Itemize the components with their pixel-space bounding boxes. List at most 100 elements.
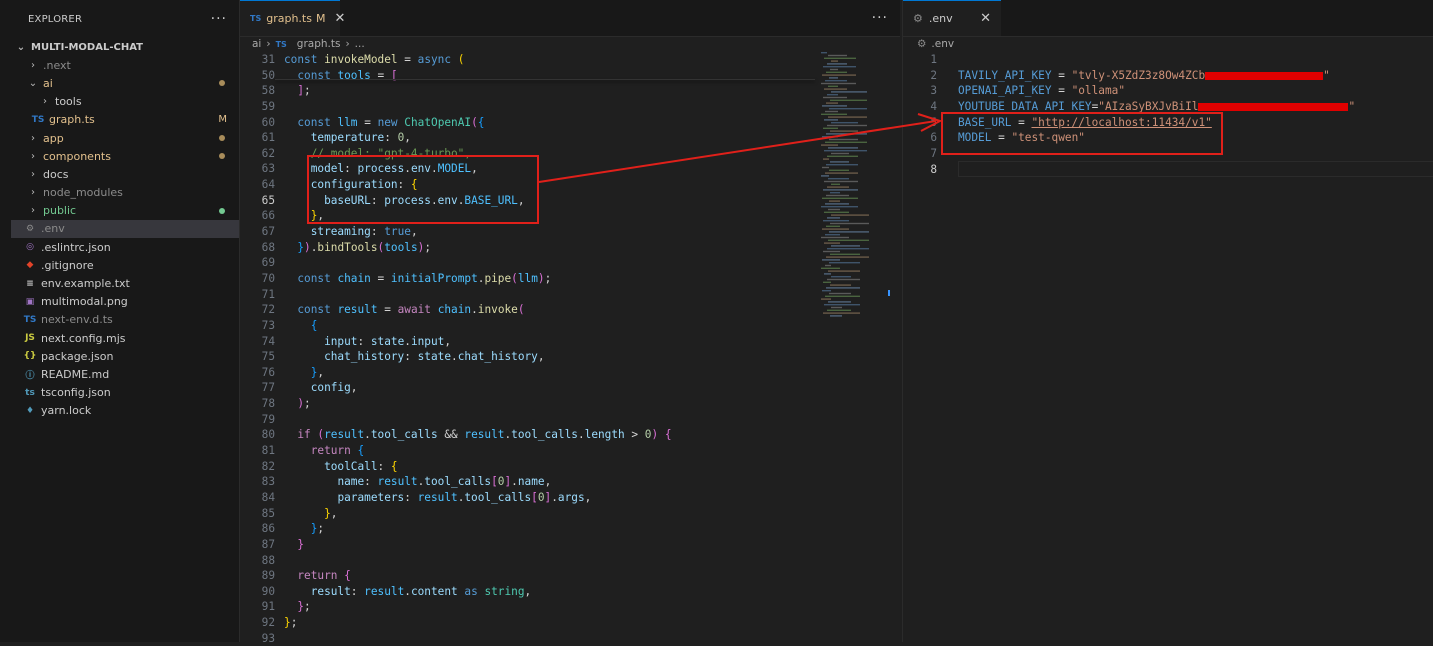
file-tree-item[interactable]: › docs <box>11 165 239 183</box>
file-tree-label: app <box>43 131 64 145</box>
line-number: 74 <box>261 334 275 348</box>
file-tree-item[interactable]: ⓘ README.md <box>11 365 239 383</box>
minimap-line <box>824 273 831 275</box>
minimap-line <box>821 82 856 85</box>
minimap-line <box>821 52 827 54</box>
minimap-line <box>821 113 847 115</box>
redaction-mark <box>1198 103 1349 112</box>
tab-label: .env <box>928 12 953 25</box>
minimap-line <box>827 217 840 219</box>
minimap-line <box>827 186 849 188</box>
minimap-line <box>823 281 831 283</box>
minimap-line <box>825 141 867 143</box>
more-actions-icon[interactable]: ··· <box>211 11 227 27</box>
minimap-line <box>828 85 838 87</box>
file-tree-item[interactable]: ◆ .gitignore <box>11 256 239 274</box>
file-tree-item[interactable]: › node_modules <box>11 184 239 202</box>
close-icon[interactable]: ✕ <box>980 11 991 26</box>
file-tree-item[interactable]: › components <box>11 147 239 165</box>
env-value: "ollama" <box>1071 84 1125 98</box>
tab-label: graph.ts <box>266 12 312 25</box>
line-number: 60 <box>261 115 275 129</box>
file-tree-item[interactable]: ⚙ .env <box>11 219 239 239</box>
minimap-line <box>826 102 838 104</box>
minimap-line <box>821 298 831 300</box>
close-icon[interactable]: ✕ <box>334 11 345 26</box>
line-number: 86 <box>261 522 275 536</box>
minimap-line <box>827 63 847 65</box>
line-number: 68 <box>261 240 275 254</box>
minimap-line <box>829 200 840 202</box>
file-tree-label: package.json <box>41 349 114 363</box>
file-tree-item[interactable]: TS graph.ts M <box>11 111 239 129</box>
editor-group-left: TS graph.ts M ✕ ··· ai › TS graph.ts › .… <box>240 0 900 645</box>
minimap-line <box>829 138 858 141</box>
minimap-line <box>822 259 840 261</box>
breadcrumb-folder[interactable]: ai <box>252 38 261 50</box>
env-separator: = <box>1051 68 1072 82</box>
line-number: 50 <box>261 68 275 82</box>
chevron-right-icon: › <box>345 38 350 50</box>
minimap-line <box>824 180 858 183</box>
image-file-icon: ▣ <box>25 296 35 307</box>
file-tree-item[interactable]: TS next-env.d.ts <box>11 311 239 329</box>
minimap-line <box>824 119 838 121</box>
breadcrumb-file[interactable]: .env <box>931 38 954 50</box>
git-status-dot <box>219 80 225 87</box>
file-tree-item[interactable]: ◎ .eslintrc.json <box>11 238 239 256</box>
current-line-highlight <box>958 160 1433 177</box>
breadcrumb-file[interactable]: graph.ts <box>297 38 341 50</box>
scrollbar-indicator[interactable] <box>888 290 890 296</box>
file-tree-item[interactable]: › app <box>11 129 239 147</box>
line-number: 58 <box>261 84 275 98</box>
breadcrumb-symbol[interactable]: ... <box>355 38 365 50</box>
file-tree-item[interactable]: ▣ multimodal.png <box>11 293 239 311</box>
minimap-line <box>826 164 858 166</box>
code-editor[interactable]: 31 const invokeModel = async ( 50 const t… <box>240 52 815 645</box>
minimap-line <box>827 124 867 127</box>
file-tree-label: graph.ts <box>49 113 95 127</box>
tab-modified-badge: M <box>315 12 326 25</box>
line-number: 82 <box>261 459 275 473</box>
file-tree-label: multimodal.png <box>41 295 128 309</box>
file-tree-item[interactable]: ⌄ ai <box>11 74 239 92</box>
file-tree-label: next.config.mjs <box>41 331 126 345</box>
minimap-line <box>822 228 849 230</box>
env-key: TAVILY_API_KEY <box>958 68 1052 82</box>
minimap-line <box>831 306 842 309</box>
redaction-mark <box>1205 71 1324 80</box>
file-tree-item[interactable]: ≡ env.example.txt <box>11 274 239 292</box>
minimap-line <box>826 194 849 197</box>
chevron-down-icon: ⌄ <box>28 77 38 89</box>
explorer-header: EXPLORER ··· <box>11 0 239 38</box>
file-tree-item[interactable]: › tools <box>11 93 239 111</box>
line-number: 84 <box>261 490 275 504</box>
file-tree-item[interactable]: JS next.config.mjs <box>11 329 239 347</box>
file-tree-label: .eslintrc.json <box>41 240 111 254</box>
line-number: 5 <box>930 115 937 129</box>
file-tree-item[interactable]: ts tsconfig.json <box>11 384 239 402</box>
minimap-line <box>831 183 840 185</box>
line-number: 63 <box>261 162 275 176</box>
typescript-icon: TS <box>31 114 45 125</box>
line-number: 85 <box>261 506 275 520</box>
minimap-line <box>831 276 851 278</box>
file-tree-item[interactable]: › .next <box>11 56 239 74</box>
more-actions-icon[interactable]: ··· <box>872 10 888 26</box>
minimap[interactable] <box>818 52 888 332</box>
minimap-line <box>829 108 867 110</box>
minimap-line <box>831 214 869 216</box>
project-root[interactable]: ⌄ MULTI-MODAL-CHAT <box>11 38 239 56</box>
minimap-line <box>828 178 849 180</box>
file-tree-item[interactable]: {} package.json <box>11 347 239 365</box>
javascript-icon: JS <box>25 333 35 344</box>
file-tree-item[interactable]: › public <box>11 202 239 220</box>
file-tree-label: yarn.lock <box>41 404 92 418</box>
tab-env[interactable]: ⚙ .env ✕ <box>903 0 1001 36</box>
typescript-icon: TS <box>275 39 287 49</box>
file-tree-item[interactable]: ♦ yarn.lock <box>11 402 239 420</box>
minimap-line <box>831 245 860 247</box>
file-tree-label: .gitignore <box>41 258 94 272</box>
tab-graph-ts[interactable]: TS graph.ts M ✕ <box>240 0 345 36</box>
minimap-line <box>825 264 831 267</box>
